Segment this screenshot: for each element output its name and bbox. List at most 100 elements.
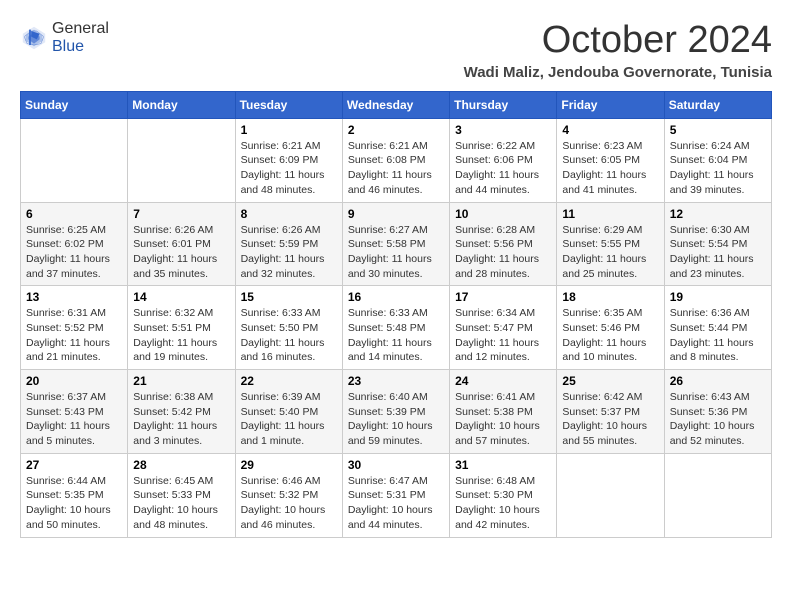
calendar: SundayMondayTuesdayWednesdayThursdayFrid… [20, 91, 772, 538]
day-number: 13 [26, 290, 122, 304]
day-number: 23 [348, 374, 444, 388]
calendar-cell: 25 Sunrise: 6:42 AM Sunset: 5:37 PM Dayli… [557, 370, 664, 454]
day-info: Sunrise: 6:21 AM Sunset: 6:09 PM Dayligh… [241, 139, 337, 198]
day-info: Sunrise: 6:36 AM Sunset: 5:44 PM Dayligh… [670, 306, 766, 365]
calendar-cell: 3Sunrise: 6:22 AM Sunset: 6:06 PM Daylig… [450, 118, 557, 202]
calendar-cell: 7Sunrise: 6:26 AM Sunset: 6:01 PM Daylig… [128, 202, 235, 286]
day-info: Sunrise: 6:22 AM Sunset: 6:06 PM Dayligh… [455, 139, 551, 198]
day-number: 17 [455, 290, 551, 304]
day-info: Sunrise: 6:29 AM Sunset: 5:55 PM Dayligh… [562, 223, 658, 282]
calendar-week-row: 20 Sunrise: 6:37 AM Sunset: 5:43 PM Dayli… [21, 370, 772, 454]
day-number: 25 [562, 374, 658, 388]
day-number: 14 [133, 290, 229, 304]
calendar-cell: 18 Sunrise: 6:35 AM Sunset: 5:46 PM Dayli… [557, 286, 664, 370]
day-info: Sunrise: 6:40 AM Sunset: 5:39 PM Dayligh… [348, 390, 444, 449]
day-number: 5 [670, 123, 766, 137]
day-info: Sunrise: 6:24 AM Sunset: 6:04 PM Dayligh… [670, 139, 766, 198]
day-number: 9 [348, 207, 444, 221]
logo-line2: Blue [52, 38, 109, 56]
calendar-cell [664, 453, 771, 537]
day-number: 12 [670, 207, 766, 221]
day-info: Sunrise: 6:41 AM Sunset: 5:38 PM Dayligh… [455, 390, 551, 449]
calendar-cell: 12 Sunrise: 6:30 AM Sunset: 5:54 PM Dayli… [664, 202, 771, 286]
calendar-cell: 27 Sunrise: 6:44 AM Sunset: 5:35 PM Dayli… [21, 453, 128, 537]
calendar-cell: 14Sunrise: 6:32 AM Sunset: 5:51 PM Dayli… [128, 286, 235, 370]
calendar-cell: 21Sunrise: 6:38 AM Sunset: 5:42 PM Dayli… [128, 370, 235, 454]
calendar-cell: 9 Sunrise: 6:27 AM Sunset: 5:58 PM Daylig… [342, 202, 449, 286]
day-number: 28 [133, 458, 229, 472]
day-info: Sunrise: 6:28 AM Sunset: 5:56 PM Dayligh… [455, 223, 551, 282]
day-number: 8 [241, 207, 337, 221]
day-number: 30 [348, 458, 444, 472]
day-number: 1 [241, 123, 337, 137]
day-number: 31 [455, 458, 551, 472]
calendar-cell [128, 118, 235, 202]
day-info: Sunrise: 6:35 AM Sunset: 5:46 PM Dayligh… [562, 306, 658, 365]
day-number: 7 [133, 207, 229, 221]
day-number: 27 [26, 458, 122, 472]
day-info: Sunrise: 6:42 AM Sunset: 5:37 PM Dayligh… [562, 390, 658, 449]
calendar-cell [21, 118, 128, 202]
day-number: 18 [562, 290, 658, 304]
location: Wadi Maliz, Jendouba Governorate, Tunisi… [464, 64, 772, 81]
calendar-cell: 10 Sunrise: 6:28 AM Sunset: 5:56 PM Dayli… [450, 202, 557, 286]
day-number: 6 [26, 207, 122, 221]
day-info: Sunrise: 6:23 AM Sunset: 6:05 PM Dayligh… [562, 139, 658, 198]
weekday-row: SundayMondayTuesdayWednesdayThursdayFrid… [21, 91, 772, 118]
day-number: 22 [241, 374, 337, 388]
day-info: Sunrise: 6:30 AM Sunset: 5:54 PM Dayligh… [670, 223, 766, 282]
month-title: October 2024 [464, 20, 772, 62]
day-info: Sunrise: 6:34 AM Sunset: 5:47 PM Dayligh… [455, 306, 551, 365]
day-info: Sunrise: 6:39 AM Sunset: 5:40 PM Dayligh… [241, 390, 337, 449]
weekday-header: Friday [557, 91, 664, 118]
calendar-week-row: 13 Sunrise: 6:31 AM Sunset: 5:52 PM Dayli… [21, 286, 772, 370]
calendar-cell: 26Sunrise: 6:43 AM Sunset: 5:36 PM Dayli… [664, 370, 771, 454]
day-info: Sunrise: 6:38 AM Sunset: 5:42 PM Dayligh… [133, 390, 229, 449]
day-info: Sunrise: 6:21 AM Sunset: 6:08 PM Dayligh… [348, 139, 444, 198]
day-info: Sunrise: 6:33 AM Sunset: 5:50 PM Dayligh… [241, 306, 337, 365]
calendar-week-row: 6Sunrise: 6:25 AM Sunset: 6:02 PM Daylig… [21, 202, 772, 286]
day-info: Sunrise: 6:47 AM Sunset: 5:31 PM Dayligh… [348, 474, 444, 533]
logo: General Blue [20, 20, 109, 56]
logo-line1: General [52, 20, 109, 38]
day-number: 24 [455, 374, 551, 388]
day-info: Sunrise: 6:33 AM Sunset: 5:48 PM Dayligh… [348, 306, 444, 365]
calendar-cell: 24 Sunrise: 6:41 AM Sunset: 5:38 PM Dayli… [450, 370, 557, 454]
calendar-cell: 4 Sunrise: 6:23 AM Sunset: 6:05 PM Daylig… [557, 118, 664, 202]
weekday-header: Thursday [450, 91, 557, 118]
day-number: 10 [455, 207, 551, 221]
day-number: 20 [26, 374, 122, 388]
day-info: Sunrise: 6:43 AM Sunset: 5:36 PM Dayligh… [670, 390, 766, 449]
calendar-cell: 23 Sunrise: 6:40 AM Sunset: 5:39 PM Dayli… [342, 370, 449, 454]
calendar-cell: 16 Sunrise: 6:33 AM Sunset: 5:48 PM Dayli… [342, 286, 449, 370]
calendar-cell: 5 Sunrise: 6:24 AM Sunset: 6:04 PM Daylig… [664, 118, 771, 202]
day-number: 11 [562, 207, 658, 221]
calendar-cell: 1 Sunrise: 6:21 AM Sunset: 6:09 PM Daylig… [235, 118, 342, 202]
calendar-cell: 8 Sunrise: 6:26 AM Sunset: 5:59 PM Daylig… [235, 202, 342, 286]
day-info: Sunrise: 6:44 AM Sunset: 5:35 PM Dayligh… [26, 474, 122, 533]
calendar-cell: 6Sunrise: 6:25 AM Sunset: 6:02 PM Daylig… [21, 202, 128, 286]
day-info: Sunrise: 6:31 AM Sunset: 5:52 PM Dayligh… [26, 306, 122, 365]
day-info: Sunrise: 6:45 AM Sunset: 5:33 PM Dayligh… [133, 474, 229, 533]
logo-icon [20, 24, 48, 52]
calendar-cell: 30 Sunrise: 6:47 AM Sunset: 5:31 PM Dayli… [342, 453, 449, 537]
day-number: 16 [348, 290, 444, 304]
day-info: Sunrise: 6:46 AM Sunset: 5:32 PM Dayligh… [241, 474, 337, 533]
day-info: Sunrise: 6:26 AM Sunset: 5:59 PM Dayligh… [241, 223, 337, 282]
calendar-cell: 22 Sunrise: 6:39 AM Sunset: 5:40 PM Dayli… [235, 370, 342, 454]
calendar-cell: 31Sunrise: 6:48 AM Sunset: 5:30 PM Dayli… [450, 453, 557, 537]
day-info: Sunrise: 6:27 AM Sunset: 5:58 PM Dayligh… [348, 223, 444, 282]
calendar-body: 1 Sunrise: 6:21 AM Sunset: 6:09 PM Daylig… [21, 118, 772, 537]
calendar-week-row: 1 Sunrise: 6:21 AM Sunset: 6:09 PM Daylig… [21, 118, 772, 202]
calendar-cell: 17 Sunrise: 6:34 AM Sunset: 5:47 PM Dayli… [450, 286, 557, 370]
calendar-cell: 15Sunrise: 6:33 AM Sunset: 5:50 PM Dayli… [235, 286, 342, 370]
weekday-header: Sunday [21, 91, 128, 118]
day-info: Sunrise: 6:37 AM Sunset: 5:43 PM Dayligh… [26, 390, 122, 449]
calendar-cell [557, 453, 664, 537]
day-number: 29 [241, 458, 337, 472]
calendar-cell: 20 Sunrise: 6:37 AM Sunset: 5:43 PM Dayli… [21, 370, 128, 454]
calendar-cell: 19Sunrise: 6:36 AM Sunset: 5:44 PM Dayli… [664, 286, 771, 370]
calendar-week-row: 27 Sunrise: 6:44 AM Sunset: 5:35 PM Dayli… [21, 453, 772, 537]
weekday-header: Monday [128, 91, 235, 118]
day-number: 4 [562, 123, 658, 137]
